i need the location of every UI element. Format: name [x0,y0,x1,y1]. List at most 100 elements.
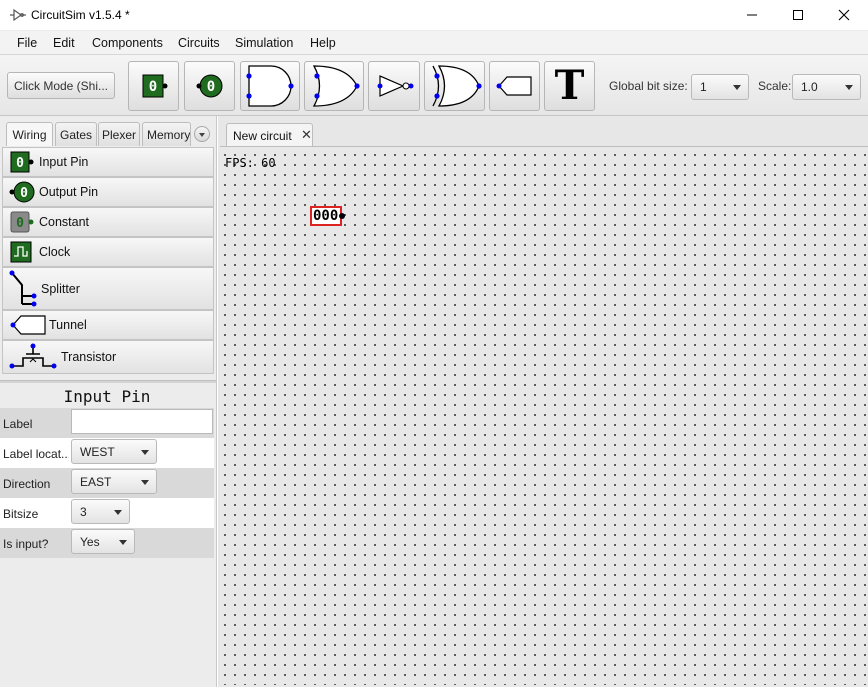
property-row-bitsize: Bitsize 3 [0,498,214,528]
close-icon[interactable]: ✕ [301,127,312,143]
palette-item-splitter[interactable]: Splitter [2,267,214,310]
click-mode-button[interactable]: Click Mode (Shi... [7,72,115,99]
palette-item-clock[interactable]: Clock [2,237,214,267]
maximize-button[interactable] [775,0,821,30]
direction-select[interactable]: EAST [71,469,157,494]
component-panel: Wiring Gates Plexer Memory 0 Input Pin 0… [0,116,217,687]
svg-text:0: 0 [148,79,156,95]
menu-simulation[interactable]: Simulation [235,36,293,50]
app-icon [10,8,26,22]
menu-file[interactable]: File [17,36,37,50]
global-bit-size-select[interactable]: 1 [691,74,749,100]
minimize-button[interactable] [729,0,775,30]
property-label: Label locat... [3,447,69,461]
pin-value: 000 [313,208,339,224]
circuit-canvas[interactable] [220,146,868,685]
property-row-label-location: Label locat... WEST [0,438,214,468]
menu-help[interactable]: Help [310,36,336,50]
menu-components[interactable]: Components [92,36,163,50]
scale-select[interactable]: 1.0 [792,74,861,100]
property-label: Label [3,417,33,431]
palette-item-label: Splitter [41,281,80,296]
input-pin-icon: 0 [142,74,167,98]
tool-and-gate-button[interactable] [240,61,300,111]
palette-item-label: Transistor [61,350,117,364]
output-pin-icon: 0 [196,74,222,98]
tab-new-circuit[interactable]: New circuit ✕ [226,123,313,147]
tool-or-gate-button[interactable] [304,61,364,111]
transistor-icon [9,343,57,369]
splitter-icon [9,270,37,306]
and-gate-icon [246,65,294,107]
palette-item-input-pin[interactable]: 0 Input Pin [2,147,214,177]
chevron-down-icon [845,85,853,90]
input-pin-icon: 0 [10,151,34,173]
properties-title: Input Pin [63,387,151,406]
svg-text:0: 0 [16,216,24,231]
property-row-direction: Direction EAST [0,468,214,498]
tool-not-gate-button[interactable] [368,61,420,111]
title-bar: CircuitSim v1.5.4 * [0,0,868,31]
tool-tunnel-button[interactable] [489,61,540,111]
output-pin-icon: 0 [9,181,35,203]
label-location-select[interactable]: WEST [71,439,157,464]
text-tool-icon: T [554,62,585,109]
property-label: Is input? [3,537,49,551]
tab-memory[interactable]: Memory [142,122,191,146]
tab-wiring[interactable]: Wiring [6,122,53,146]
global-bit-size-label: Global bit size: [609,79,688,93]
palette-item-transistor[interactable]: Transistor [2,340,214,374]
constant-icon: 0 [10,211,34,233]
scale-value: 1.0 [801,80,818,94]
palette-item-constant[interactable]: 0 Constant [2,207,214,237]
minimize-icon [747,14,757,16]
toolbar: Click Mode (Shi... 0 0 T Global bit size… [0,55,868,116]
tab-gates[interactable]: Gates [55,122,97,146]
tab-plexer[interactable]: Plexer [98,122,140,146]
tunnel-icon [10,315,46,335]
panel-splitter[interactable] [0,380,216,383]
label-location-value: WEST [80,445,115,459]
menu-edit[interactable]: Edit [53,36,75,50]
bitsize-select[interactable]: 3 [71,499,130,524]
or-gate-icon [312,65,360,107]
not-gate-icon [377,75,414,97]
menu-circuits[interactable]: Circuits [178,36,220,50]
chevron-down-icon [141,480,149,485]
palette-item-label: Clock [39,245,71,259]
tunnel-icon [496,76,532,96]
is-input-value: Yes [80,535,100,549]
close-icon [838,9,850,21]
close-button[interactable] [821,0,867,30]
pin-port [339,213,345,219]
palette-item-tunnel[interactable]: Tunnel [2,310,214,340]
scale-label: Scale: [758,79,792,93]
chevron-down-icon [114,510,122,515]
label-input[interactable] [71,409,213,434]
chevron-down-icon [141,450,149,455]
tool-text-button[interactable]: T [544,61,595,111]
window-title: CircuitSim v1.5.4 * [31,8,130,22]
property-label: Direction [3,477,51,491]
svg-text:0: 0 [20,186,28,201]
direction-value: EAST [80,475,112,489]
xor-gate-icon [431,65,482,107]
tool-output-pin-button[interactable]: 0 [184,61,235,111]
is-input-select[interactable]: Yes [71,529,135,554]
bitsize-value: 3 [80,505,87,519]
palette-item-output-pin[interactable]: 0 Output Pin [2,177,214,207]
chevron-down-icon [733,85,741,90]
clock-icon [10,241,32,263]
circuit-tab-label: New circuit [233,129,292,143]
tool-input-pin-button[interactable]: 0 [128,61,179,111]
palette-item-label: Output Pin [39,185,99,199]
chevron-down-icon [199,133,205,137]
svg-text:0: 0 [206,79,214,95]
global-bit-size-value: 1 [700,80,707,94]
input-pin-component[interactable]: 000 [310,206,345,226]
svg-text:0: 0 [16,156,24,171]
fps-counter: FPS: 60 [225,156,276,170]
tool-xor-gate-button[interactable] [424,61,485,111]
chevron-down-icon [119,540,127,545]
tab-overflow-button[interactable] [194,126,210,142]
